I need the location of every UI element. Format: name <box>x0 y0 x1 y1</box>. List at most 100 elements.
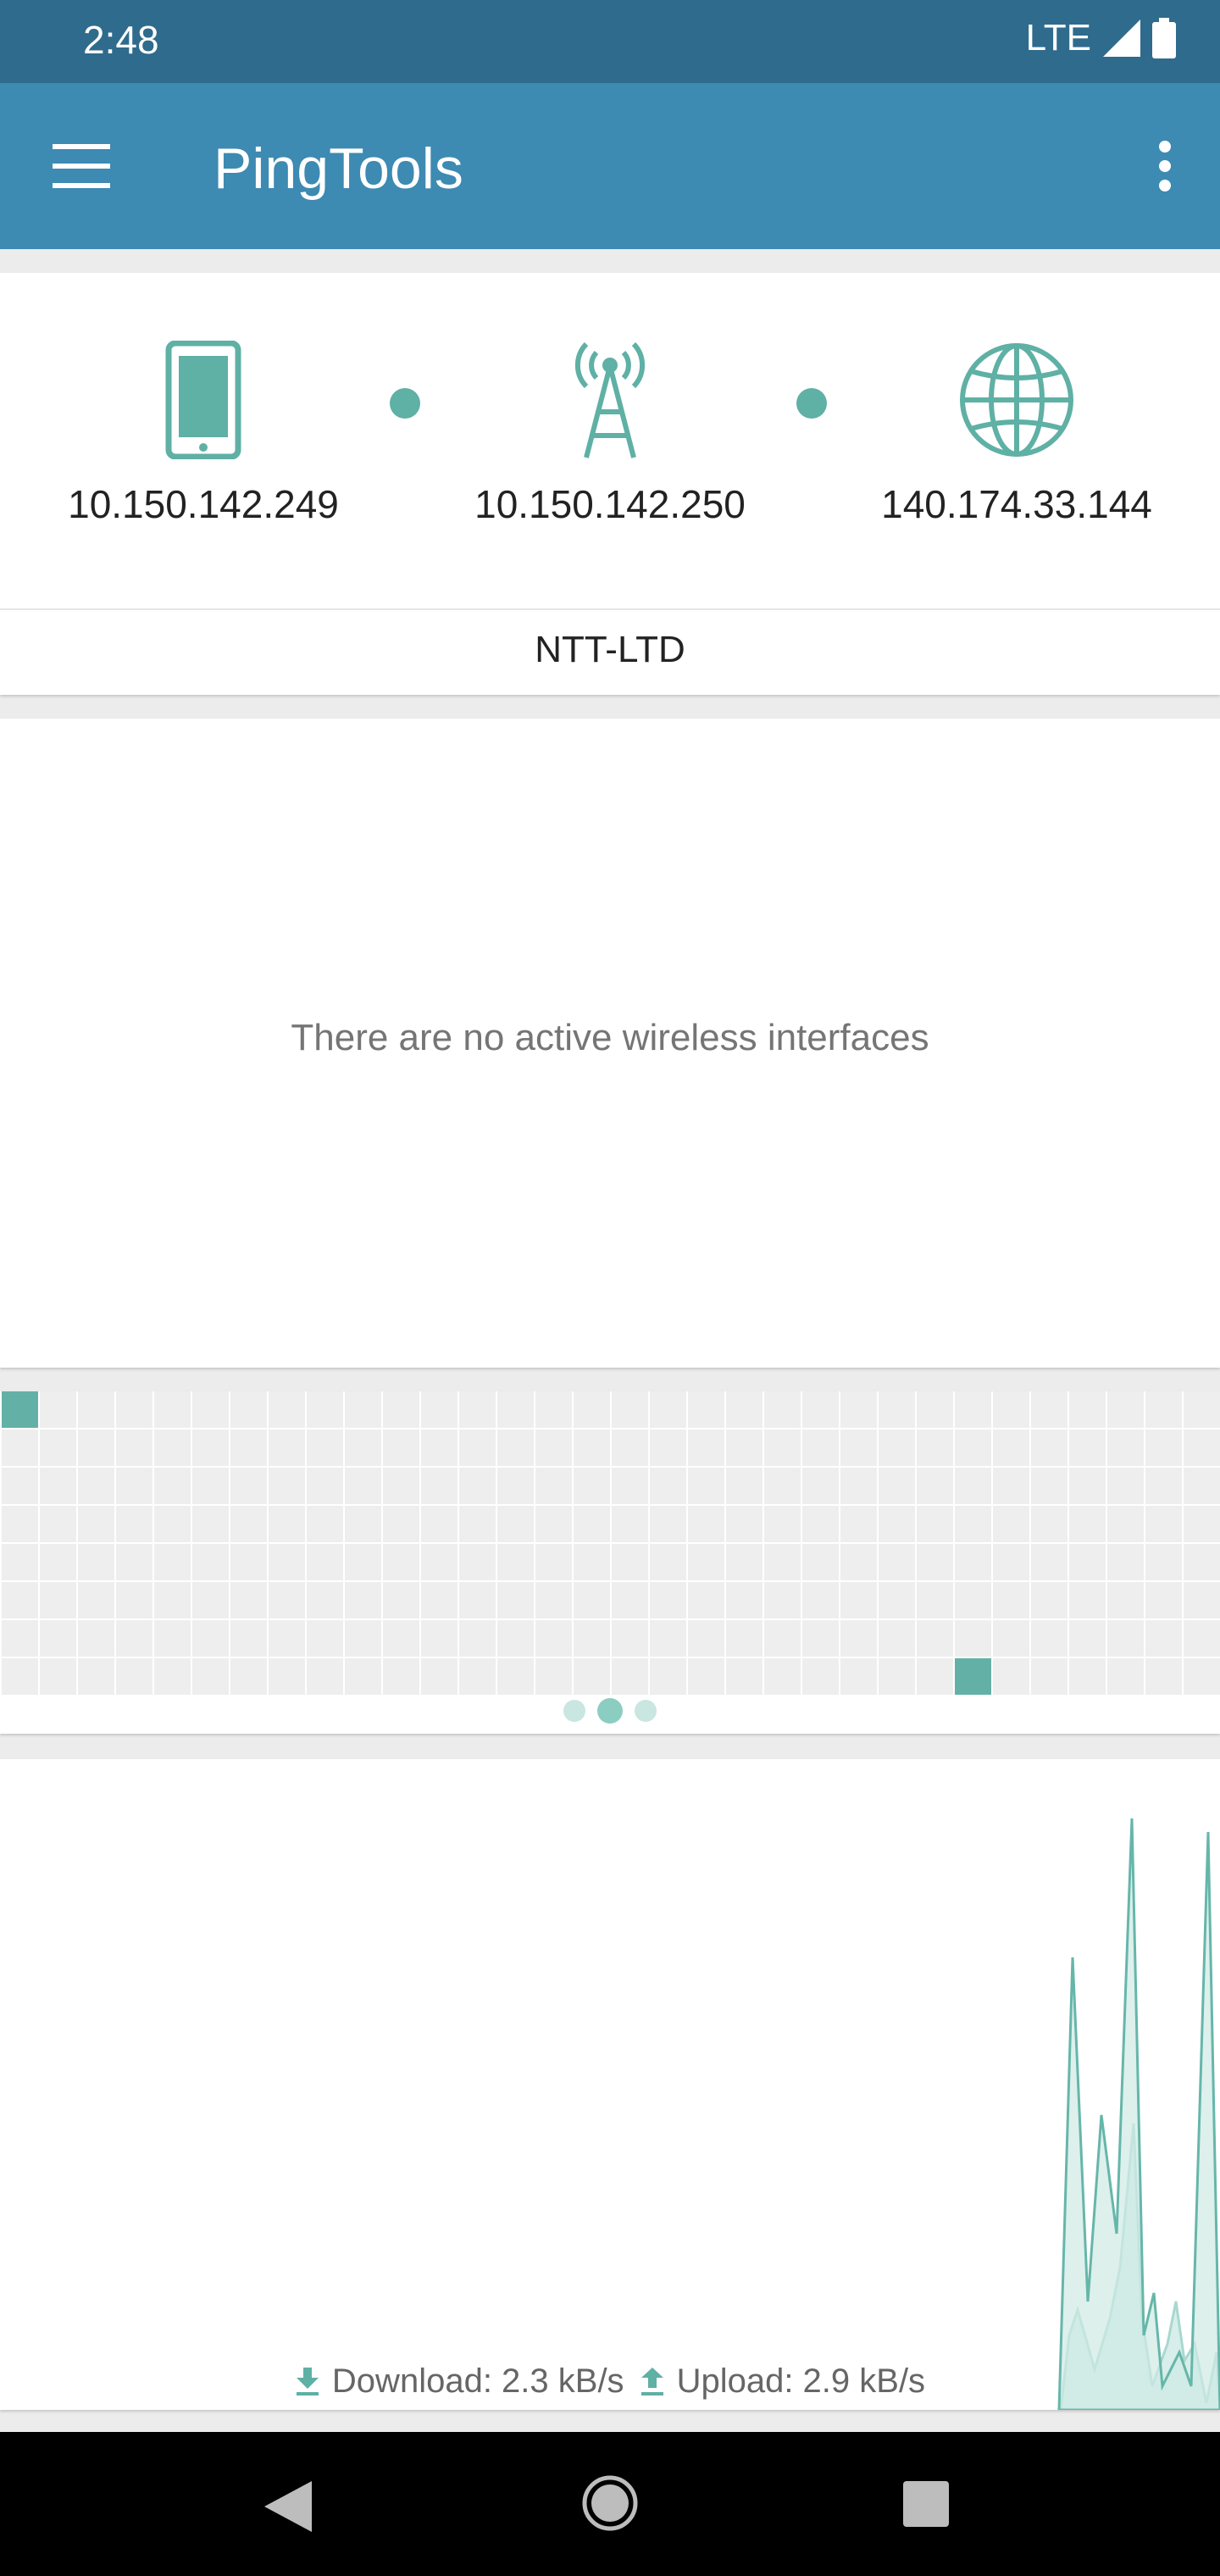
grid-cell <box>1184 1658 1220 1695</box>
phone-icon <box>165 341 241 459</box>
grid-cell <box>40 1506 76 1542</box>
grid-cell <box>192 1506 229 1542</box>
more-options-icon[interactable] <box>1159 141 1171 199</box>
cell-tower-icon <box>574 341 646 458</box>
app-title: PingTools <box>214 136 463 201</box>
grid-cell <box>535 1544 572 1580</box>
grid-cell <box>383 1544 419 1580</box>
grid-cell <box>154 1430 191 1466</box>
grid-cell <box>917 1658 953 1695</box>
grid-cell <box>650 1430 686 1466</box>
home-icon[interactable] <box>581 2474 639 2532</box>
grid-cell <box>917 1506 953 1542</box>
grid-cell <box>879 1582 915 1618</box>
download-area <box>1057 1818 1220 2410</box>
traffic-legend: Download: 2.3 kB/s Upload: 2.9 kB/s <box>0 2362 1220 2401</box>
grid-cell <box>650 1658 686 1695</box>
grid-cell <box>2 1544 38 1580</box>
grid-cell <box>879 1544 915 1580</box>
grid-cell <box>612 1468 648 1504</box>
grid-cell <box>383 1658 419 1695</box>
grid-cell <box>840 1582 877 1618</box>
grid-cell <box>2 1468 38 1504</box>
grid-cell <box>1069 1391 1106 1428</box>
grid-cell <box>1184 1391 1220 1428</box>
grid-cell <box>840 1506 877 1542</box>
grid-cell <box>1031 1658 1068 1695</box>
grid-cell <box>840 1468 877 1504</box>
download-legend: Download: 2.3 kB/s <box>295 2362 624 2401</box>
grid-cell <box>1145 1620 1182 1657</box>
device-ip: 10.150.142.249 <box>68 482 339 526</box>
grid-cell <box>421 1506 458 1542</box>
grid-cell <box>40 1544 76 1580</box>
grid-cell <box>726 1468 762 1504</box>
grid-cell <box>726 1620 762 1657</box>
page-dot[interactable] <box>563 1700 585 1722</box>
channel-grid-card[interactable] <box>0 1391 1220 1734</box>
grid-cell <box>269 1391 305 1428</box>
grid-cell <box>421 1582 458 1618</box>
grid-cell <box>993 1391 1029 1428</box>
grid-cell <box>230 1430 267 1466</box>
grid-cell <box>993 1620 1029 1657</box>
grid-cell <box>497 1430 534 1466</box>
grid-cell <box>154 1620 191 1657</box>
grid-cell <box>650 1468 686 1504</box>
page-dot[interactable] <box>635 1700 657 1722</box>
grid-cell <box>269 1506 305 1542</box>
traffic-card[interactable]: Download: 2.3 kB/s Upload: 2.9 kB/s <box>0 1759 1220 2410</box>
grid-cell <box>40 1468 76 1504</box>
grid-cell <box>574 1582 610 1618</box>
grid-cell <box>726 1506 762 1542</box>
network-path-card[interactable]: 10.150.142.249 10.150.142.250 140.174.33… <box>0 273 1220 695</box>
grid-cell <box>688 1468 724 1504</box>
grid-cell <box>497 1658 534 1695</box>
grid-cell <box>78 1391 114 1428</box>
grid-cell <box>1069 1468 1106 1504</box>
grid-cell <box>192 1544 229 1580</box>
grid-cell <box>688 1620 724 1657</box>
grid-cell <box>688 1430 724 1466</box>
grid-cell <box>802 1582 839 1618</box>
grid-cell <box>917 1391 953 1428</box>
download-rate: Download: 2.3 kB/s <box>331 2362 624 2400</box>
page-dot[interactable] <box>597 1698 623 1724</box>
grid-cell <box>1069 1582 1106 1618</box>
traffic-chart <box>1057 1818 1220 2410</box>
grid-cell <box>802 1658 839 1695</box>
back-icon[interactable] <box>264 2481 312 2532</box>
grid-cell <box>269 1544 305 1580</box>
grid-cell <box>1107 1620 1144 1657</box>
grid-cell <box>1184 1582 1220 1618</box>
grid-cell <box>497 1506 534 1542</box>
grid-cell-active <box>955 1658 991 1695</box>
menu-icon[interactable] <box>53 144 110 188</box>
grid-cell <box>40 1430 76 1466</box>
grid-cell <box>879 1620 915 1657</box>
grid-cell <box>40 1620 76 1657</box>
grid-cell <box>459 1506 496 1542</box>
gateway-node: 10.150.142.250 <box>424 341 796 527</box>
grid-cell <box>269 1582 305 1618</box>
grid-cell <box>1031 1620 1068 1657</box>
grid-cell <box>192 1658 229 1695</box>
grid-cell <box>230 1620 267 1657</box>
grid-cell <box>307 1468 343 1504</box>
grid-cell <box>917 1544 953 1580</box>
grid-cell <box>1184 1468 1220 1504</box>
status-bar: 2:48 LTE <box>0 0 1220 83</box>
grid-cell <box>802 1620 839 1657</box>
grid-cell <box>230 1391 267 1428</box>
grid-cell <box>535 1620 572 1657</box>
grid-cell <box>459 1582 496 1618</box>
grid-cell <box>993 1468 1029 1504</box>
grid-cell <box>459 1620 496 1657</box>
grid-cell <box>116 1620 152 1657</box>
grid-cell <box>40 1391 76 1428</box>
grid-cell <box>116 1430 152 1466</box>
wireless-card[interactable]: There are no active wireless interfaces <box>0 719 1220 1368</box>
recents-icon[interactable] <box>903 2481 949 2527</box>
grid-cell <box>650 1506 686 1542</box>
grid-cell <box>574 1391 610 1428</box>
